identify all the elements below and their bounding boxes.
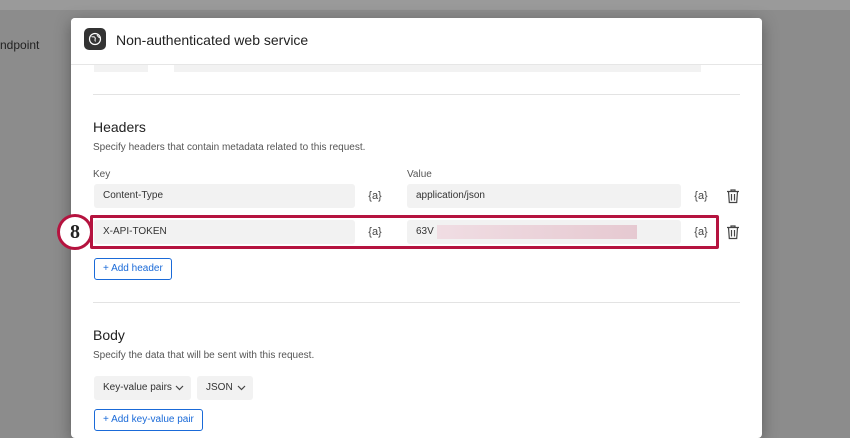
- faded-url-field: [174, 64, 701, 72]
- add-header-button[interactable]: + Add header: [94, 258, 172, 280]
- body-title: Body: [93, 327, 125, 343]
- body-type-select[interactable]: JSON: [197, 376, 253, 400]
- header-key-input[interactable]: Content-Type: [94, 184, 355, 208]
- body-format-value: Key-value pairs: [103, 382, 172, 393]
- header-value-input[interactable]: application/json: [407, 184, 681, 208]
- section-divider: [93, 302, 740, 303]
- headers-title: Headers: [93, 119, 146, 135]
- body-type-value: JSON: [206, 382, 233, 393]
- value-column-label: Value: [407, 169, 432, 180]
- step-number-badge: 8: [57, 214, 93, 250]
- body-description: Specify the data that will be sent with …: [93, 350, 315, 361]
- faded-method-field: [94, 64, 148, 72]
- modal-title: Non-authenticated web service: [116, 32, 309, 48]
- trash-icon[interactable]: [726, 224, 742, 242]
- add-key-value-pair-button[interactable]: + Add key-value pair: [94, 409, 203, 431]
- trash-icon[interactable]: [726, 188, 742, 206]
- headers-description: Specify headers that contain metadata re…: [93, 142, 366, 153]
- body-format-select[interactable]: Key-value pairs: [94, 376, 191, 400]
- step-highlight-box: [90, 215, 719, 249]
- backdrop-partial-label: ndpoint: [0, 38, 40, 52]
- key-column-label: Key: [93, 169, 111, 180]
- section-divider: [93, 94, 740, 95]
- globe-icon: [84, 28, 106, 50]
- insert-variable-button[interactable]: {a}: [690, 185, 712, 207]
- chevron-down-icon: [175, 376, 184, 410]
- chevron-down-icon: [237, 376, 246, 410]
- insert-variable-button[interactable]: {a}: [364, 185, 386, 207]
- modal-header: Non-authenticated web service: [71, 18, 762, 65]
- backdrop-top-bar: [0, 0, 850, 10]
